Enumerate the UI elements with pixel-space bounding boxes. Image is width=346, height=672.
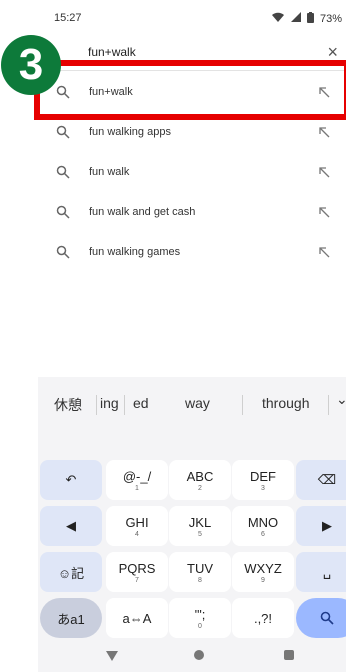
suggestion-item[interactable]: fun walk and get cash — [38, 192, 346, 232]
key-quote[interactable]: '"; 0 — [169, 598, 231, 638]
key-def[interactable]: DEF 3 — [232, 460, 294, 500]
suggestion-item[interactable]: fun walk — [38, 152, 346, 192]
keyboard-suggestion[interactable]: way — [185, 395, 210, 411]
key-wxyz[interactable]: WXYZ 9 — [232, 552, 294, 592]
search-input[interactable]: fun+walk — [88, 45, 136, 59]
divider — [124, 395, 125, 415]
back-icon[interactable] — [106, 651, 118, 661]
insert-arrow-icon[interactable] — [318, 245, 332, 259]
backspace-key[interactable]: ⌫ — [296, 460, 346, 500]
keyboard-suggestion[interactable]: ed — [133, 395, 149, 411]
search-icon — [320, 611, 334, 625]
keyboard-suggestion[interactable]: ing — [100, 395, 119, 411]
search-key[interactable] — [296, 598, 346, 638]
cursor-left-key[interactable]: ◀ — [40, 506, 102, 546]
insert-arrow-icon[interactable] — [318, 205, 332, 219]
home-icon[interactable] — [194, 650, 204, 660]
suggestion-text: fun walk — [89, 166, 130, 178]
suggestion-text: fun walking apps — [89, 126, 171, 138]
chevron-down-icon[interactable]: ⌄ — [336, 391, 346, 408]
divider — [242, 395, 243, 415]
suggestion-text: fun walking games — [89, 246, 181, 258]
search-icon — [56, 245, 72, 261]
key-abc[interactable]: ABC 2 — [169, 460, 231, 500]
key-pqrs[interactable]: PQRS 7 — [106, 552, 168, 592]
insert-arrow-icon[interactable] — [318, 125, 332, 139]
key-ghi[interactable]: GHI 4 — [106, 506, 168, 546]
keyboard-suggestion[interactable]: through — [262, 395, 309, 411]
status-time: 15:27 — [54, 12, 82, 24]
battery-level: 73% — [319, 12, 342, 25]
case-toggle-key[interactable]: a⇔A — [106, 598, 168, 638]
key-undo[interactable]: ↶ — [40, 460, 102, 500]
key-at[interactable]: @-_/1 — [106, 460, 168, 500]
wifi-icon — [271, 11, 285, 26]
cursor-right-key[interactable]: ▶ — [296, 506, 346, 546]
suggestion-text: fun walk and get cash — [89, 206, 196, 218]
search-icon — [56, 165, 72, 181]
status-bar: 15:27 73% — [38, 0, 346, 36]
keyboard-suggestion-bar: 休憩 ing ed way through ⌄ — [38, 377, 346, 425]
recent-apps-icon[interactable] — [284, 650, 294, 660]
keyboard: 休憩 ing ed way through ⌄ ↶ @-_/1 ABC 2 DEF… — [38, 377, 346, 672]
highlight-box — [34, 60, 346, 120]
key-tuv[interactable]: TUV 8 — [169, 552, 231, 592]
keyboard-suggestion[interactable]: 休憩 — [54, 395, 82, 415]
divider — [96, 395, 97, 415]
emoji-key[interactable]: ☺記 — [40, 552, 102, 592]
divider — [328, 395, 329, 415]
signal-icon — [290, 12, 301, 25]
insert-arrow-icon[interactable] — [318, 165, 332, 179]
key-mno[interactable]: MNO 6 — [232, 506, 294, 546]
key-punct[interactable]: .,?! — [232, 598, 294, 638]
space-key[interactable]: ␣ — [296, 552, 346, 592]
key-jkl[interactable]: JKL 5 — [169, 506, 231, 546]
status-icons: 73% — [271, 11, 342, 26]
search-icon — [56, 125, 72, 141]
mode-key[interactable]: あa1 — [40, 598, 102, 638]
step-badge: 3 — [1, 35, 61, 95]
battery-icon — [306, 11, 314, 26]
suggestion-item[interactable]: fun walking games — [38, 232, 346, 272]
navigation-bar — [38, 640, 346, 672]
search-icon — [56, 205, 72, 221]
